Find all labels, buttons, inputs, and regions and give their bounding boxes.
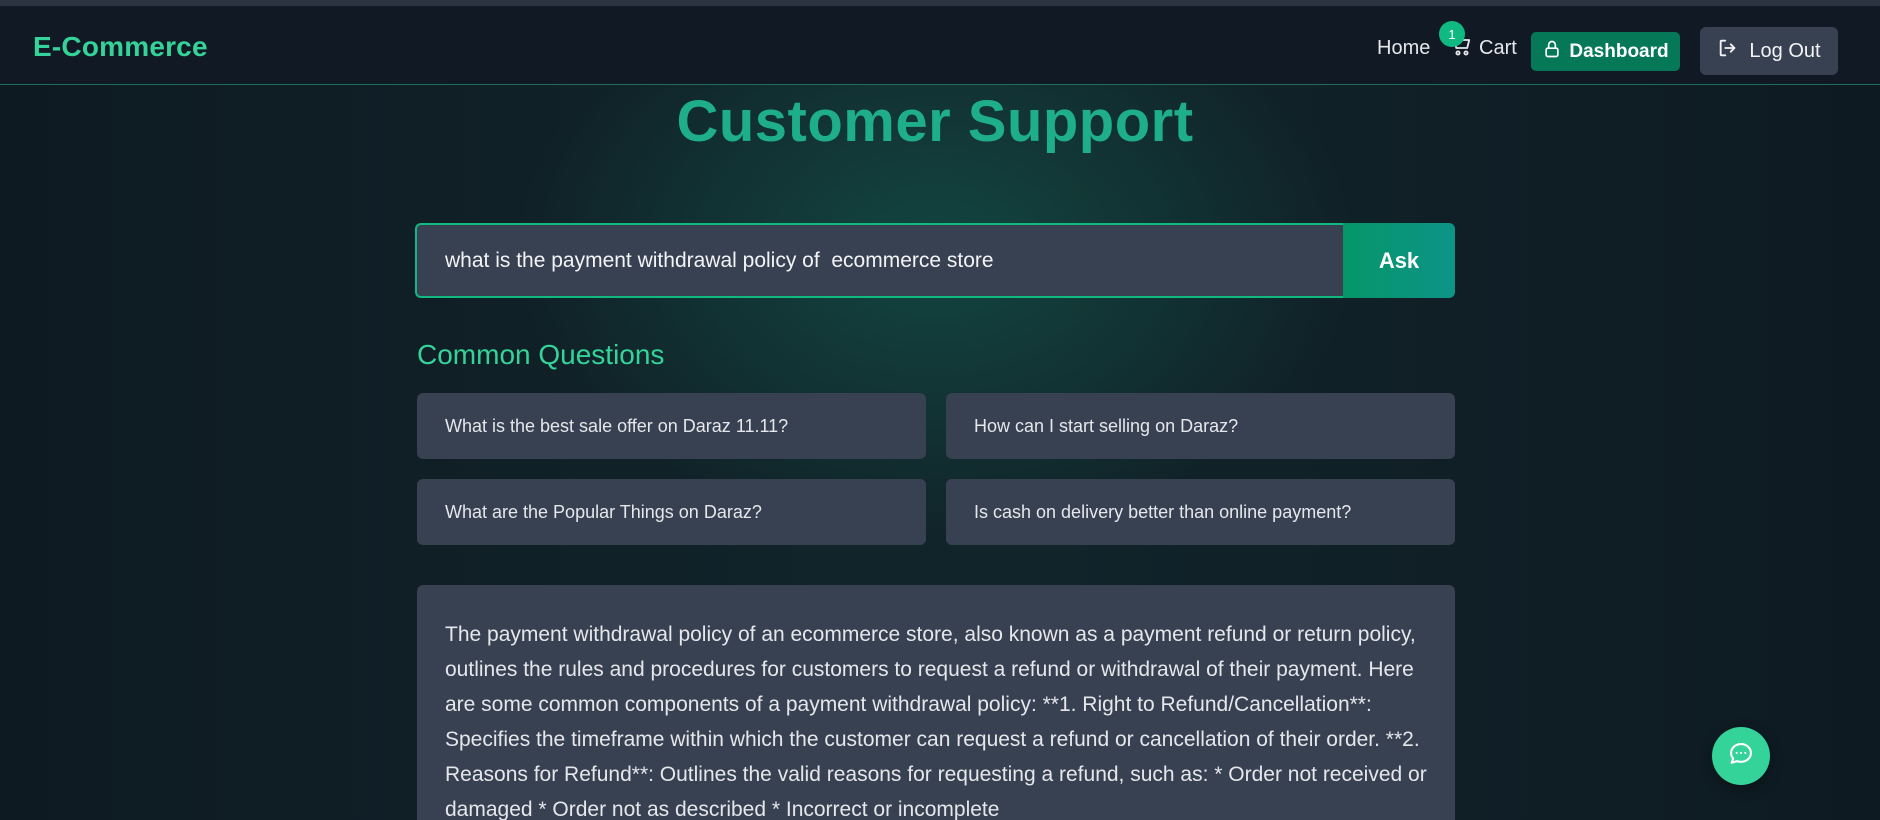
common-question-card[interactable]: What are the Popular Things on Daraz? (417, 479, 926, 545)
cart-count-badge: 1 (1439, 21, 1465, 47)
dashboard-button[interactable]: Dashboard (1531, 32, 1680, 71)
answer-text: The payment withdrawal policy of an ecom… (445, 623, 1427, 820)
logout-icon (1717, 37, 1739, 65)
common-questions-grid: What is the best sale offer on Daraz 11.… (417, 393, 1455, 545)
navbar: E-Commerce Home Cart 1 Dashboard Log Out (0, 6, 1880, 85)
answer-panel: The payment withdrawal policy of an ecom… (417, 585, 1455, 820)
brand-logo[interactable]: E-Commerce (33, 31, 208, 63)
chat-button[interactable] (1712, 727, 1770, 785)
common-questions-title: Common Questions (417, 339, 665, 370)
lock-icon (1542, 39, 1562, 65)
ask-button[interactable]: Ask (1343, 223, 1455, 298)
ask-form: Ask (415, 223, 1455, 298)
common-question-card[interactable]: How can I start selling on Daraz? (946, 393, 1455, 459)
nav-home-link[interactable]: Home (1377, 37, 1430, 60)
page-title: Customer Support (676, 89, 1194, 154)
logout-label: Log Out (1749, 39, 1821, 62)
common-question-card[interactable]: Is cash on delivery better than online p… (946, 479, 1455, 545)
chat-icon (1727, 740, 1755, 773)
logout-button[interactable]: Log Out (1700, 27, 1838, 75)
question-input[interactable] (415, 223, 1343, 298)
dashboard-label: Dashboard (1569, 40, 1669, 62)
common-question-card[interactable]: What is the best sale offer on Daraz 11.… (417, 393, 926, 459)
cart-label: Cart (1479, 36, 1517, 59)
